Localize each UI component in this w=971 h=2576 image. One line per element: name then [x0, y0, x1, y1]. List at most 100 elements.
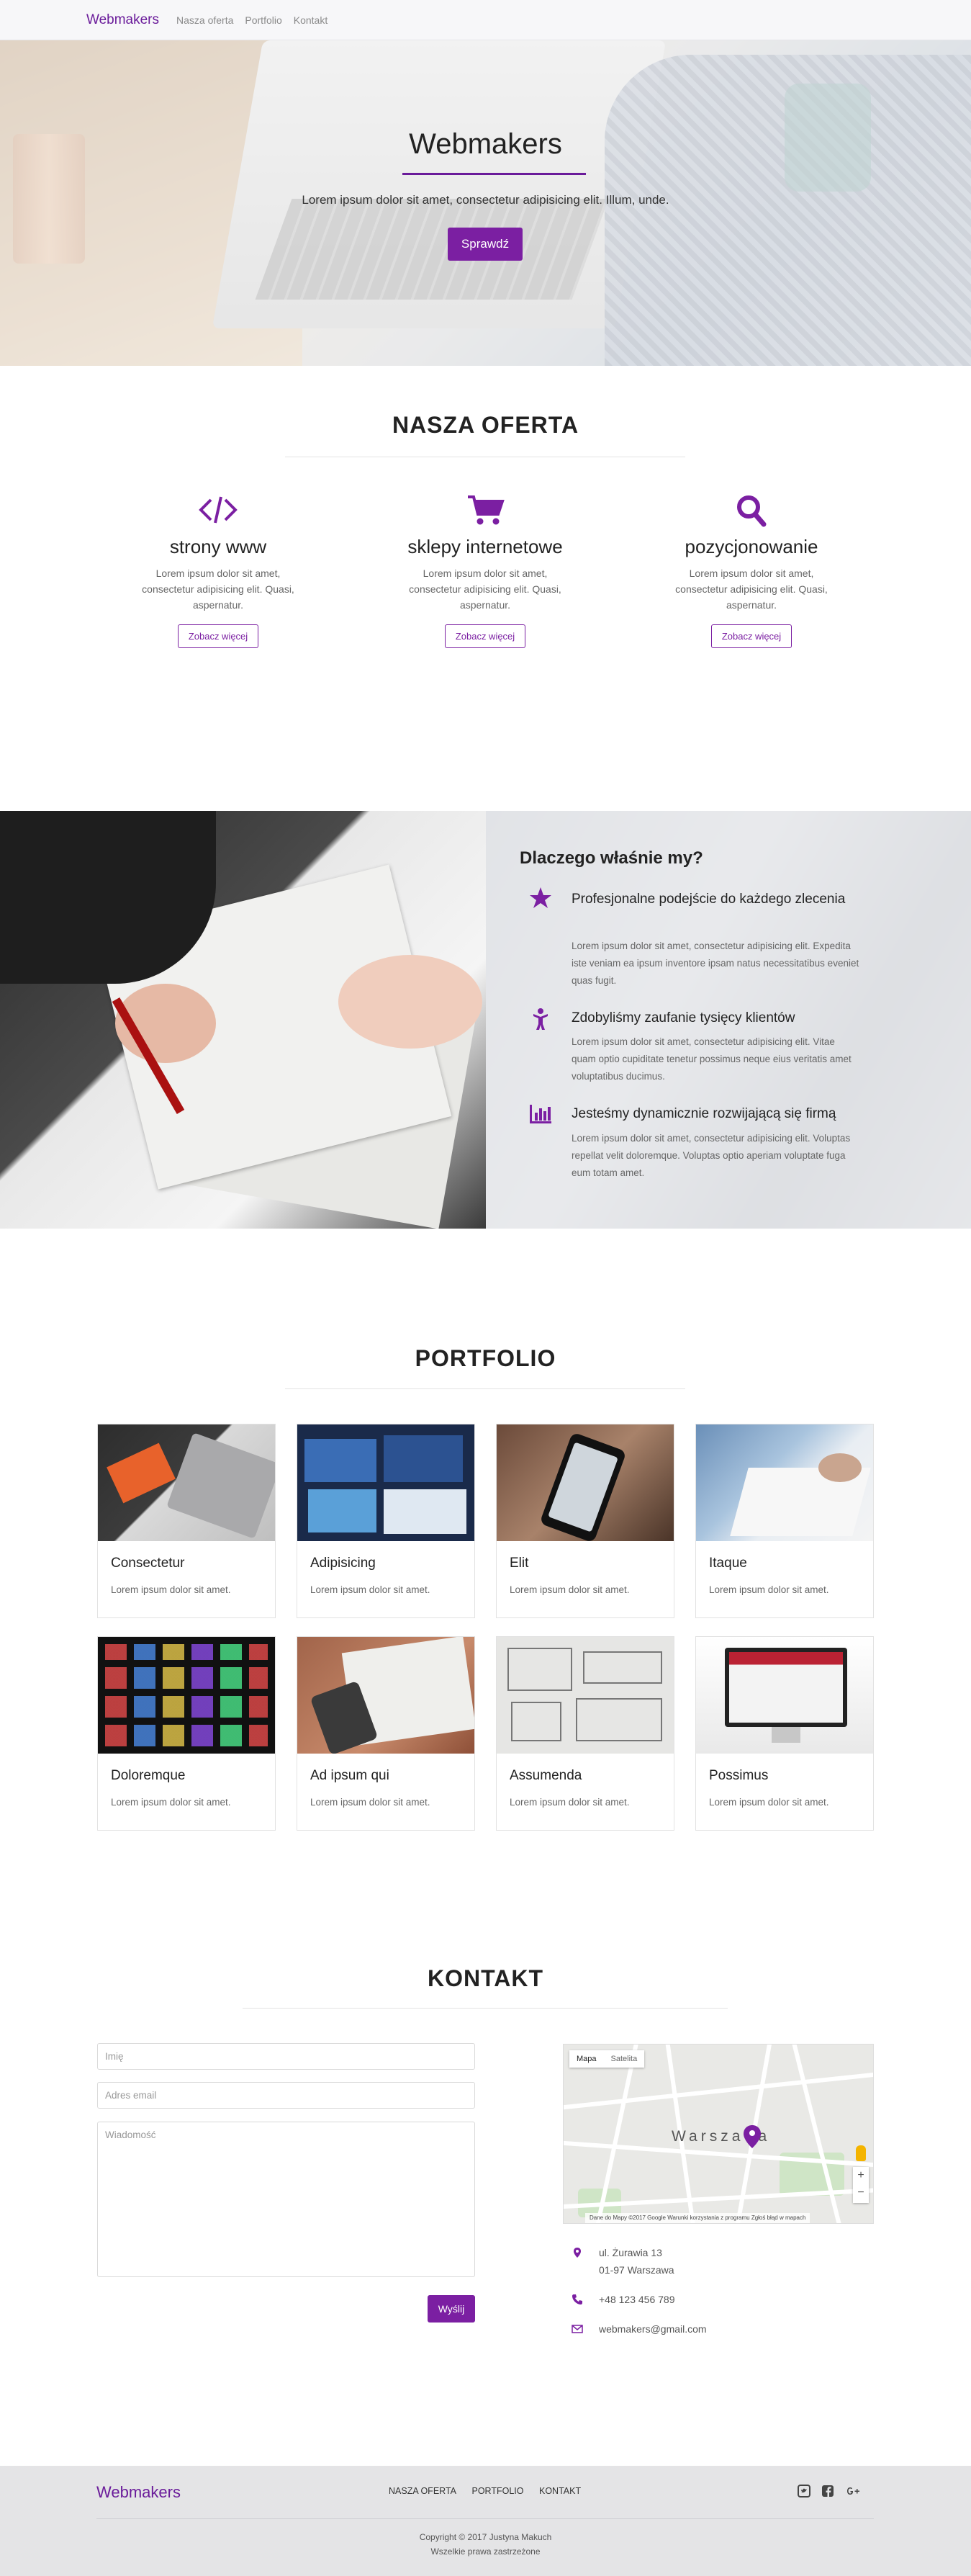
portfolio-card[interactable]: Assumenda Lorem ipsum dolor sit amet.: [496, 1636, 674, 1831]
portfolio-card-text: Lorem ipsum dolor sit amet.: [510, 1797, 630, 1808]
footer-link-portfolio[interactable]: PORTFOLIO: [472, 2486, 524, 2496]
envelope-icon: [572, 2325, 583, 2333]
offer-text: Lorem ipsum dolor sit amet, consectetur …: [675, 567, 828, 611]
map-widget[interactable]: Mapa Satelita Warszawa + − Dane do Mapy …: [563, 2044, 874, 2224]
offer-text: Lorem ipsum dolor sit amet, consectetur …: [142, 567, 294, 611]
contact-heading: KONTAKT: [427, 1965, 544, 1991]
why-item-text: Lorem ipsum dolor sit amet, consectetur …: [572, 941, 859, 986]
zoom-in-icon[interactable]: +: [853, 2167, 869, 2184]
send-button[interactable]: Wyślij: [428, 2295, 475, 2323]
portfolio-card-text: Lorem ipsum dolor sit amet.: [111, 1797, 231, 1808]
portfolio-card-title: Adipisicing: [310, 1556, 376, 1571]
why-item-text: Lorem ipsum dolor sit amet, consectetur …: [572, 1133, 851, 1178]
portfolio-card[interactable]: Itaque Lorem ipsum dolor sit amet.: [695, 1424, 874, 1618]
why-item-title: Zdobyliśmy zaufanie tysięcy klientów: [572, 1010, 795, 1026]
hero-section: Webmakers Lorem ipsum dolor sit amet, co…: [0, 40, 971, 366]
offer-item-shop: sklepy internetowe Lorem ipsum dolor sit…: [377, 493, 593, 648]
email-field[interactable]: Adres email: [97, 2082, 475, 2109]
nav-link-portfolio[interactable]: Portfolio: [245, 14, 281, 26]
portfolio-image-laptop-desk: [98, 1424, 275, 1541]
offer-more-button[interactable]: Zobacz więcej: [710, 624, 792, 648]
address-line1: ul. Żurawia 13: [599, 2247, 662, 2258]
portfolio-card[interactable]: Doloremque Lorem ipsum dolor sit amet.: [97, 1636, 276, 1831]
portfolio-card[interactable]: Consectetur Lorem ipsum dolor sit amet.: [97, 1424, 276, 1618]
portfolio-card-text: Lorem ipsum dolor sit amet.: [709, 1797, 829, 1808]
offer-item-www: strony www Lorem ipsum dolor sit amet, c…: [110, 493, 326, 648]
why-heading: Dlaczego właśnie my?: [520, 848, 703, 868]
portfolio-card[interactable]: Possimus Lorem ipsum dolor sit amet.: [695, 1636, 874, 1831]
footer-divider: [96, 2518, 874, 2519]
map-pin-icon[interactable]: [744, 2125, 761, 2148]
hero-underline: [402, 173, 586, 175]
portfolio-image-imac: [696, 1637, 873, 1754]
phone-icon: [572, 2294, 582, 2305]
twitter-icon[interactable]: [798, 2485, 810, 2498]
hero-content: Webmakers Lorem ipsum dolor sit amet, co…: [0, 40, 971, 366]
star-icon: [530, 887, 551, 908]
portfolio-card-text: Lorem ipsum dolor sit amet.: [709, 1584, 829, 1595]
portfolio-card-title: Doloremque: [111, 1768, 186, 1783]
portfolio-card-text: Lorem ipsum dolor sit amet.: [510, 1584, 630, 1595]
contact-divider: [243, 2008, 728, 2009]
why-photo: [0, 811, 486, 1229]
offer-heading: NASZA OFERTA: [392, 412, 579, 438]
map-zoom-control[interactable]: + −: [853, 2167, 869, 2203]
street-view-icon[interactable]: [856, 2145, 866, 2161]
hero-title: Webmakers: [409, 128, 562, 160]
footer-link-offer[interactable]: NASZA OFERTA: [389, 2486, 456, 2496]
portfolio-heading: PORTFOLIO: [415, 1345, 556, 1371]
portfolio-card-text: Lorem ipsum dolor sit amet.: [310, 1797, 430, 1808]
why-item-text: Lorem ipsum dolor sit amet, consectetur …: [572, 1036, 852, 1082]
map-tab-map[interactable]: Mapa: [569, 2050, 604, 2068]
address-line2: 01-97 Warszawa: [599, 2264, 674, 2276]
portfolio-card[interactable]: Elit Lorem ipsum dolor sit amet.: [496, 1424, 674, 1618]
copyright-text: Copyright © 2017 Justyna Makuch: [419, 2532, 552, 2542]
offer-text: Lorem ipsum dolor sit amet, consectetur …: [409, 567, 561, 611]
portfolio-card-title: Consectetur: [111, 1556, 185, 1571]
navbar: Webmakers Nasza oferta Portfolio Kontakt: [0, 0, 971, 40]
email-address[interactable]: webmakers@gmail.com: [599, 2320, 707, 2338]
map-tab-satellite[interactable]: Satelita: [604, 2050, 645, 2068]
footer-brand[interactable]: Webmakers: [96, 2483, 181, 2502]
offer-more-button[interactable]: Zobacz więcej: [444, 624, 526, 648]
message-field[interactable]: Wiadomość: [97, 2122, 475, 2277]
code-icon: [199, 496, 238, 524]
rights-text: Wszelkie prawa zastrzeżone: [430, 2546, 541, 2557]
why-item-title: Jesteśmy dynamicznie rozwijającą się fir…: [572, 1106, 836, 1121]
portfolio-divider: [285, 1388, 685, 1389]
facebook-icon[interactable]: [821, 2485, 834, 2498]
location-icon: [574, 2248, 581, 2258]
nav-link-offer[interactable]: Nasza oferta: [176, 14, 233, 26]
why-item-title: Profesjonalne podejście do każdego zlece…: [572, 892, 846, 907]
footer: [0, 2466, 971, 2576]
name-field[interactable]: Imię: [97, 2043, 475, 2070]
portfolio-image-smartphone: [497, 1424, 674, 1541]
phone-number[interactable]: +48 123 456 789: [599, 2291, 675, 2308]
portfolio-image-screens: [297, 1424, 474, 1541]
portfolio-card-title: Elit: [510, 1556, 529, 1571]
hero-check-button[interactable]: Sprawdź: [448, 228, 523, 261]
cart-icon: [468, 495, 505, 525]
footer-link-contact[interactable]: KONTAKT: [539, 2486, 581, 2496]
portfolio-image-notebook: [696, 1424, 873, 1541]
portfolio-card[interactable]: Ad ipsum qui Lorem ipsum dolor sit amet.: [297, 1636, 475, 1831]
bar-chart-icon: [530, 1105, 551, 1123]
hero-subtitle: Lorem ipsum dolor sit amet, consectetur …: [302, 193, 669, 207]
map-attribution: Dane do Mapy ©2017 Google Warunki korzys…: [585, 2213, 810, 2223]
portfolio-card-title: Itaque: [709, 1556, 747, 1571]
portfolio-card-title: Ad ipsum qui: [310, 1768, 389, 1783]
map-type-tabs: Mapa Satelita: [569, 2050, 645, 2068]
search-icon: [737, 495, 767, 527]
offer-title: sklepy internetowe: [407, 536, 563, 557]
portfolio-card-text: Lorem ipsum dolor sit amet.: [111, 1584, 231, 1595]
offer-more-button[interactable]: Zobacz więcej: [177, 624, 259, 648]
portfolio-card-text: Lorem ipsum dolor sit amet.: [310, 1584, 430, 1595]
footer-copyright: Copyright © 2017 Justyna Makuch Wszelkie…: [0, 2530, 971, 2559]
nav-brand[interactable]: Webmakers: [86, 12, 159, 28]
google-plus-icon[interactable]: [845, 2485, 862, 2498]
portfolio-card[interactable]: Adipisicing Lorem ipsum dolor sit amet.: [297, 1424, 475, 1618]
nav-link-contact[interactable]: Kontakt: [294, 14, 328, 26]
zoom-out-icon[interactable]: −: [853, 2184, 869, 2202]
map-road: [789, 2045, 846, 2223]
portfolio-image-sketchbook: [297, 1637, 474, 1754]
